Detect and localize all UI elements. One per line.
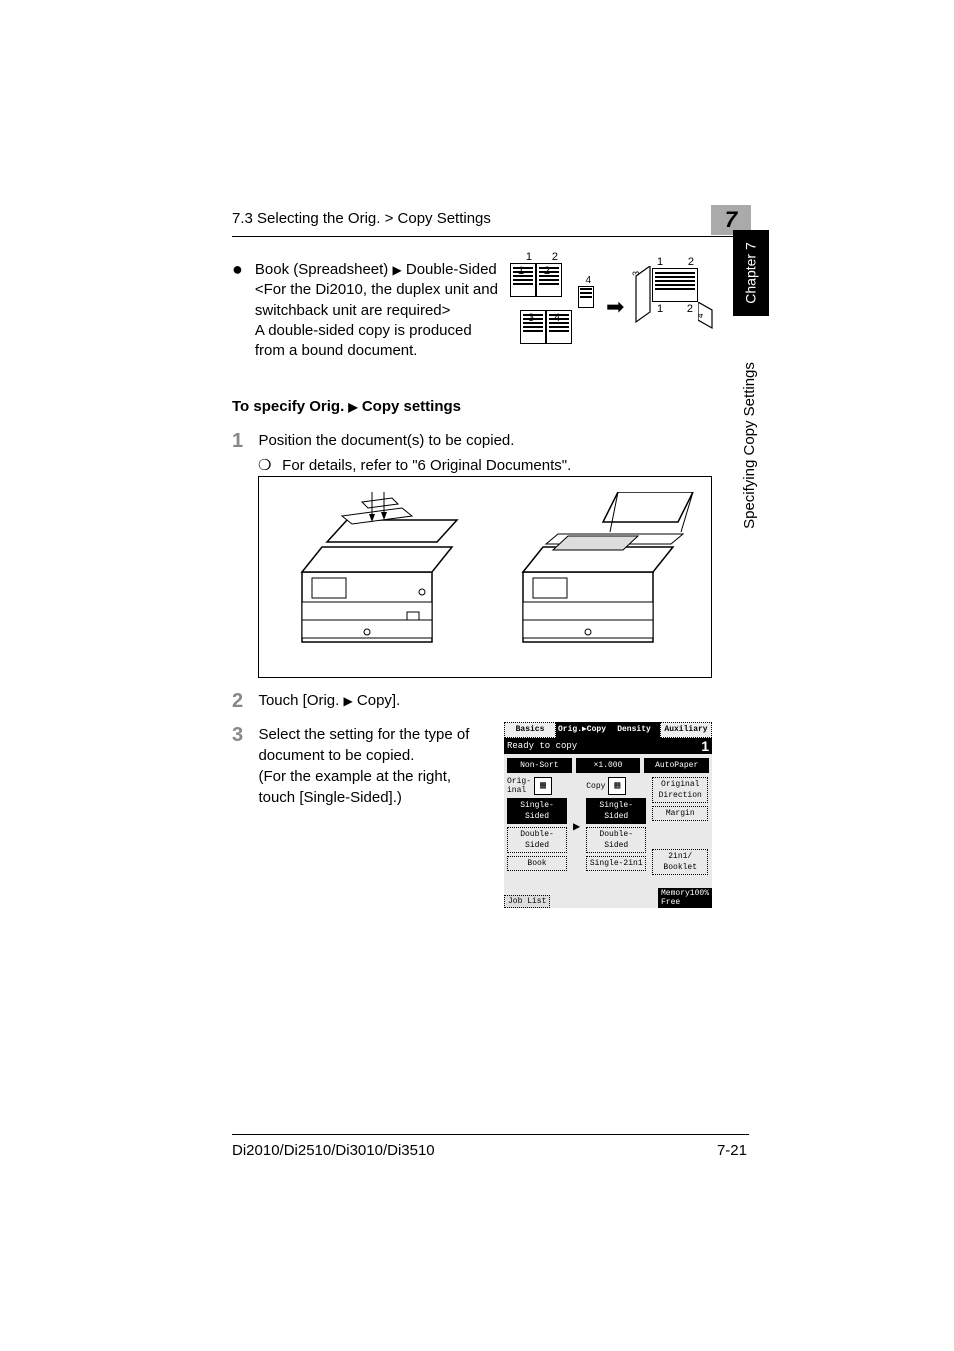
btn-margin[interactable]: Margin: [652, 806, 708, 821]
page-number: 4: [585, 275, 591, 286]
header-rule: [232, 236, 749, 237]
section-title: 7.3 Selecting the Orig. > Copy Settings: [232, 210, 491, 227]
footer-model: Di2010/Di2510/Di3010/Di3510: [232, 1142, 435, 1159]
page-number: 3: [528, 312, 534, 324]
btn-non-sort[interactable]: Non-Sort: [507, 758, 572, 773]
dst-front-1: 1 2 1 2: [652, 268, 698, 302]
procedure-heading: To specify Orig. ▶ Copy settings: [232, 398, 461, 415]
btn-zoom[interactable]: ×1.000: [576, 758, 641, 773]
svg-text:3: 3: [632, 271, 641, 276]
step-text: Position the document(s) to be copied.: [258, 430, 514, 451]
ts-tab-auxiliary[interactable]: Auxiliary: [660, 722, 712, 738]
step2-b: Copy].: [357, 692, 400, 709]
arrow-right-icon: ➡: [606, 294, 624, 320]
step-number: 1: [232, 430, 254, 453]
svg-text:4: 4: [698, 313, 705, 318]
step-1-sub-text: For details, refer to "6 Original Docume…: [282, 457, 571, 474]
dst-back-4: 4: [698, 302, 718, 332]
arrow-right-icon: ▶: [573, 819, 580, 834]
ts-tabs: Basics Orig.▶Copy Density Auxiliary: [504, 722, 712, 738]
touchscreen-inner: Basics Orig.▶Copy Density Auxiliary Read…: [504, 722, 712, 908]
copy-label: Copy: [586, 782, 605, 791]
memory-indicator: Memory100% Free: [658, 888, 712, 908]
copier-glass-illustration: [485, 477, 711, 677]
side-caption: Specifying Copy Settings: [734, 325, 764, 565]
subheading-b: Copy settings: [362, 398, 461, 415]
copier-svg-2: [498, 492, 698, 662]
footer-page-number: 7-21: [717, 1142, 747, 1159]
copier-svg-1: [272, 492, 472, 662]
arrow-right-icon: ▶: [348, 400, 357, 414]
book-to-duplex-diagram: 1 2 1 2 3 4 4 ➡: [510, 258, 720, 358]
illustration-box: [258, 476, 712, 678]
page-number: 1: [526, 251, 532, 263]
src-sample-4: 4: [578, 286, 594, 308]
ts-status-text: Ready to copy: [507, 741, 577, 751]
ts-top-row: Non-Sort ×1.000 AutoPaper: [507, 758, 709, 773]
touchscreen: Basics Orig.▶Copy Density Auxiliary Read…: [504, 722, 712, 908]
copy-icon: ▦: [608, 777, 626, 795]
ts-status-bar: Ready to copy 1: [504, 738, 712, 754]
btn-job-list[interactable]: Job List: [504, 895, 550, 908]
subheading-a: To specify Orig.: [232, 398, 344, 415]
chapter-tab-label: Chapter 7: [743, 242, 759, 303]
bullet-title-a: Book (Spreadsheet): [255, 261, 388, 278]
ts-main-area: Orig- inal ▦ Single- Sided Double- Sided…: [507, 777, 709, 875]
header-row: 7.3 Selecting the Orig. > Copy Settings: [232, 210, 734, 227]
orig-icon: ▦: [534, 777, 552, 795]
page-number: 1: [657, 256, 663, 268]
btn-autopaper[interactable]: AutoPaper: [644, 758, 709, 773]
ts-tab-density[interactable]: Density: [608, 722, 660, 738]
page-number: 4: [554, 312, 560, 324]
ts-counter: 1: [701, 738, 709, 754]
bullet-dot-icon: ●: [232, 260, 243, 361]
side-caption-text: Specifying Copy Settings: [741, 362, 758, 529]
page-number: 2: [687, 303, 693, 315]
btn-orig-book[interactable]: Book: [507, 856, 567, 871]
btn-orig-single[interactable]: Single- Sided: [507, 798, 567, 824]
page-number: 2: [552, 251, 558, 263]
step-1-sub: ❍ For details, refer to "6 Original Docu…: [258, 456, 571, 474]
ts-tab-origcopy[interactable]: Orig.▶Copy: [556, 722, 608, 738]
step-number: 3: [232, 724, 254, 747]
btn-copy-single2in1[interactable]: Single-2in1: [586, 856, 646, 871]
chapter-tab: Chapter 7: [733, 230, 769, 316]
bullet-item: ● Book (Spreadsheet) ▶ Double-Sided <For…: [232, 260, 502, 361]
page-number: 2: [544, 265, 550, 277]
step-3: 3 Select the setting for the type of doc…: [232, 724, 488, 808]
step-text: Touch [Orig. ▶ Copy].: [258, 690, 400, 711]
bullet-text: Book (Spreadsheet) ▶ Double-Sided <For t…: [255, 260, 502, 361]
copier-adf-illustration: [259, 477, 485, 677]
arrow-right-icon: ▶: [344, 694, 353, 708]
footer-rule: [232, 1134, 749, 1135]
ts-copy-col: Copy ▦ Single- Sided Double- Sided Singl…: [586, 777, 646, 871]
btn-orig-double[interactable]: Double- Sided: [507, 827, 567, 853]
step-1: 1 Position the document(s) to be copied.: [232, 430, 514, 453]
step-number: 2: [232, 690, 254, 713]
ts-right-col: Original Direction Margin 2in1/ Booklet: [652, 777, 708, 875]
step-2: 2 Touch [Orig. ▶ Copy].: [232, 690, 400, 713]
btn-booklet[interactable]: 2in1/ Booklet: [652, 849, 708, 875]
bullet-desc: A double-sided copy is produced from a b…: [255, 322, 472, 359]
step-text: Select the setting for the type of docum…: [258, 724, 488, 808]
page-number: 1: [518, 265, 524, 277]
step2-a: Touch [Orig.: [258, 692, 339, 709]
page-number: 1: [657, 303, 663, 315]
page: 7.3 Selecting the Orig. > Copy Settings …: [0, 0, 954, 1351]
bullet-title-b: Double-Sided: [406, 261, 497, 278]
btn-copy-single[interactable]: Single- Sided: [586, 798, 646, 824]
arrow-right-icon: ▶: [392, 263, 401, 277]
bullet-note: <For the Di2010, the duplex unit and swi…: [255, 281, 498, 318]
btn-original-direction[interactable]: Original Direction: [652, 777, 708, 803]
ts-tab-basics[interactable]: Basics: [504, 722, 556, 738]
ts-orig-col: Orig- inal ▦ Single- Sided Double- Sided…: [507, 777, 567, 871]
sub-bullet-icon: ❍: [258, 456, 278, 474]
btn-copy-double[interactable]: Double- Sided: [586, 827, 646, 853]
page-number: 2: [688, 256, 694, 268]
orig-label: Orig- inal: [507, 777, 531, 795]
